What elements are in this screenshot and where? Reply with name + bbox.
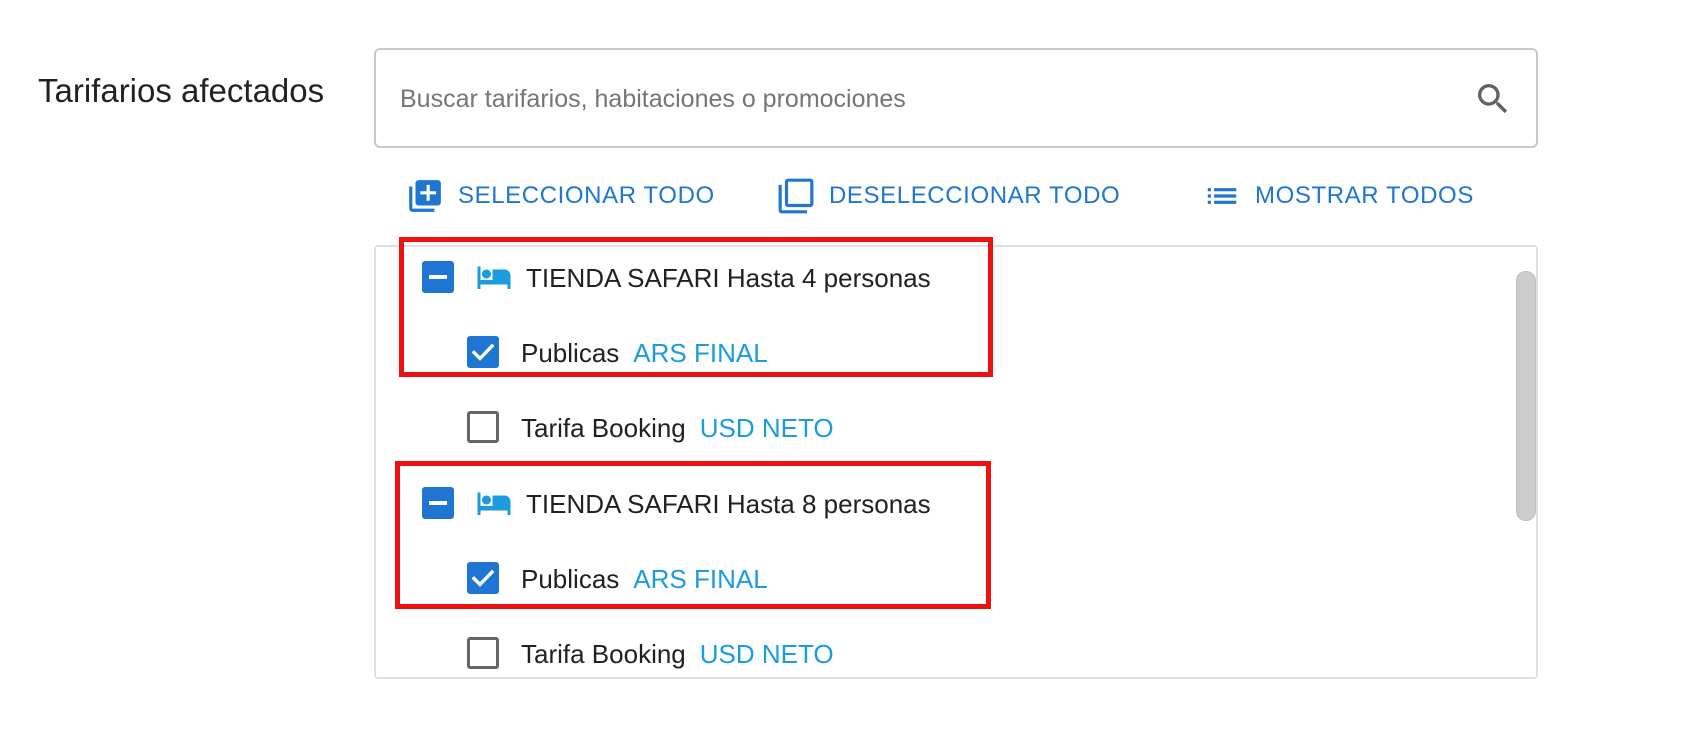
rate-row[interactable]: Tarifa Booking USD NETO	[376, 397, 1506, 457]
rate-checkbox-checked[interactable]	[467, 336, 499, 368]
library-add-icon	[409, 180, 441, 212]
show-all-button[interactable]: MOSTRAR TODOS	[1203, 175, 1474, 217]
room-row[interactable]: TIENDA SAFARI Hasta 4 personas	[376, 247, 1506, 307]
minus-icon	[429, 501, 447, 505]
show-all-label: MOSTRAR TODOS	[1255, 182, 1474, 209]
rate-checkbox-unchecked[interactable]	[467, 637, 499, 669]
rate-tree-panel[interactable]: TIENDA SAFARI Hasta 4 personas Publicas A…	[374, 245, 1538, 679]
rate-name: Publicas ARS FINAL	[521, 564, 768, 594]
select-all-button[interactable]: SELECCIONAR TODO	[406, 175, 715, 217]
room-row[interactable]: TIENDA SAFARI Hasta 8 personas	[376, 473, 1506, 533]
rate-row[interactable]: Publicas ARS FINAL	[376, 548, 1506, 608]
scrollbar-thumb[interactable]	[1516, 271, 1536, 521]
search-icon[interactable]	[1473, 79, 1513, 119]
rate-checkbox-unchecked[interactable]	[467, 411, 499, 443]
field-label: Tarifarios afectados	[38, 72, 325, 109]
list-icon	[1207, 188, 1237, 204]
check-icon	[471, 343, 495, 361]
rate-name: Tarifa Booking USD NETO	[521, 413, 834, 443]
bed-icon	[477, 266, 511, 289]
rate-tag: USD NETO	[699, 413, 834, 443]
rate-checkbox-checked[interactable]	[467, 562, 499, 594]
rate-tag: USD NETO	[699, 639, 834, 669]
room-name: TIENDA SAFARI Hasta 8 personas	[526, 489, 931, 519]
room-name: TIENDA SAFARI Hasta 4 personas	[526, 263, 931, 293]
check-icon	[471, 569, 495, 587]
search-box[interactable]	[374, 48, 1538, 148]
rate-name: Publicas ARS FINAL	[521, 338, 768, 368]
rate-row[interactable]: Publicas ARS FINAL	[376, 322, 1506, 382]
rate-name: Tarifa Booking USD NETO	[521, 639, 834, 669]
rate-tag: ARS FINAL	[633, 338, 768, 368]
deselect-all-button[interactable]: DESELECCIONAR TODO	[777, 175, 1120, 217]
room-checkbox-indeterminate[interactable]	[422, 487, 454, 519]
filter-none-icon	[778, 178, 814, 214]
room-checkbox-indeterminate[interactable]	[422, 261, 454, 293]
deselect-all-label: DESELECCIONAR TODO	[829, 182, 1121, 209]
rate-tag: ARS FINAL	[633, 564, 768, 594]
select-all-label: SELECCIONAR TODO	[458, 182, 715, 209]
search-input[interactable]	[400, 76, 1440, 122]
minus-icon	[429, 275, 447, 279]
bed-icon	[477, 492, 511, 515]
rate-row[interactable]: Tarifa Booking USD NETO	[376, 623, 1506, 677]
